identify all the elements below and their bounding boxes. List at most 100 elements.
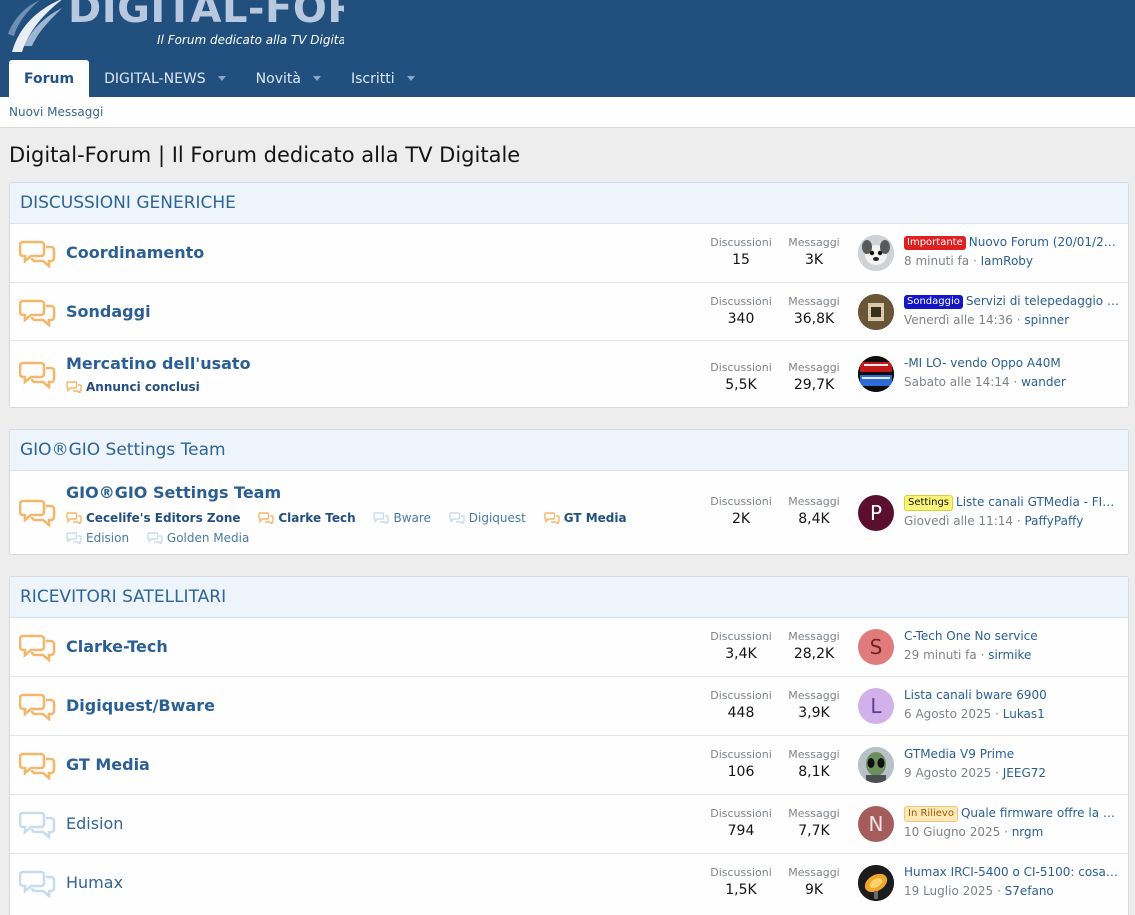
dog-icon xyxy=(858,235,894,271)
prefix-badge: Importante xyxy=(904,236,966,250)
sub-nav: Nuovi Messaggi xyxy=(0,97,1135,128)
last-post-user[interactable]: PaffyPaffy xyxy=(1024,514,1083,528)
forum-row: Coordinamento Discussioni 15 Messaggi 3K I… xyxy=(10,224,1128,283)
forum-title-link[interactable]: Coordinamento xyxy=(66,243,204,262)
subforum-link[interactable]: Bware xyxy=(373,509,431,527)
subforum-link[interactable]: Digiquest xyxy=(449,509,526,527)
threads-stat: Discussioni 3,4K xyxy=(706,630,776,662)
avatar-l[interactable]: L xyxy=(858,688,894,724)
site-logo[interactable]: DIGITAL-FORUM Il Forum dedicato alla TV … xyxy=(4,0,344,56)
chat-bubbles-icon xyxy=(19,752,56,780)
chat-bubbles-icon xyxy=(19,693,56,721)
category-header[interactable]: GIO®GIO Settings Team xyxy=(10,430,1128,471)
subforum-label: Cecelife's Editors Zone xyxy=(86,511,241,525)
tab-label: Iscritti xyxy=(350,70,395,87)
subforum-label: GT Media xyxy=(563,511,627,525)
forum-title-link[interactable]: Edision xyxy=(66,814,123,833)
last-post-user[interactable]: spinner xyxy=(1024,313,1069,327)
last-post-meta: 9 Agosto 2025 · JEEG72 xyxy=(904,766,1047,780)
avatar-s[interactable]: S xyxy=(858,629,894,665)
chat-small-icon xyxy=(373,512,390,524)
last-post-user[interactable]: sirmike xyxy=(988,648,1031,662)
category-title: DISCUSSIONI GENERICHE xyxy=(20,193,236,213)
new-posts-link[interactable]: Nuovi Messaggi xyxy=(9,105,103,119)
subforum-label: Bware xyxy=(393,511,431,525)
forum-title-link[interactable]: Clarke-Tech xyxy=(66,637,168,656)
satellite-dish-icon xyxy=(858,865,894,901)
last-post-meta: 19 Luglio 2025 · S7efano xyxy=(904,884,1054,898)
last-post-user[interactable]: Lukas1 xyxy=(1003,707,1045,721)
last-post-time: 8 minuti fa xyxy=(904,254,970,268)
chat-bubbles-icon xyxy=(19,240,56,268)
last-thread-title: Nuovo Forum (20/01/2025) xyxy=(968,235,1120,249)
subforum-link[interactable]: GT Media xyxy=(543,509,627,527)
last-post-user[interactable]: IamRoby xyxy=(981,254,1033,268)
stat-label: Discussioni xyxy=(710,495,772,508)
forum-title-link[interactable]: Sondaggi xyxy=(66,302,151,321)
forum-title-link[interactable]: Digiquest/Bware xyxy=(66,696,215,715)
last-post-user[interactable]: S7efano xyxy=(1005,884,1054,898)
last-post-meta: Venerdì alle 14:36 · spinner xyxy=(904,313,1070,327)
last-post-user[interactable]: nrgm xyxy=(1012,825,1044,839)
subforum-link[interactable]: Cecelife's Editors Zone xyxy=(66,509,241,527)
tab-iscritti[interactable]: Iscritti xyxy=(336,60,430,97)
stat-label: Messaggi xyxy=(788,236,840,249)
category-header[interactable]: DISCUSSIONI GENERICHE xyxy=(10,183,1128,224)
stat-value: 2K xyxy=(731,511,751,527)
tab-novita[interactable]: Novità xyxy=(241,60,336,97)
last-post-meta: 10 Giugno 2025 · nrgm xyxy=(904,825,1044,839)
forum-title-link[interactable]: GIO®GIO Settings Team xyxy=(66,483,281,502)
last-thread-link[interactable]: Lista canali bware 6900 xyxy=(904,688,1120,702)
subforum-link[interactable]: Golden Media xyxy=(147,529,249,547)
stat-value: 28,2K xyxy=(793,646,835,662)
last-thread-link[interactable]: GTMedia V9 Prime xyxy=(904,747,1120,761)
last-thread-link[interactable]: -MI LO- vendo Oppo A40M xyxy=(904,356,1120,370)
last-post-meta: 29 minuti fa · sirmike xyxy=(904,648,1032,662)
caret-down-icon[interactable] xyxy=(217,76,226,81)
stat-label: Messaggi xyxy=(788,689,840,702)
chat-small-icon xyxy=(543,512,560,524)
dog-avatar[interactable] xyxy=(858,235,894,271)
forum-row: Sondaggi Discussioni 340 Messaggi 36,8K So… xyxy=(10,283,1128,341)
last-thread-link[interactable]: In RilievoQuale firmware offre la qualit… xyxy=(904,806,1120,822)
tab-digital-news[interactable]: DIGITAL-NEWS xyxy=(89,60,241,97)
forum-title-link[interactable]: Humax xyxy=(66,873,123,892)
forum-title-link[interactable]: Mercatino dell'usato xyxy=(66,354,251,373)
avatar-p[interactable]: P xyxy=(858,495,894,531)
last-thread-link[interactable]: SondaggioServizi di telepedaggio autostr… xyxy=(904,294,1120,309)
caret-down-icon[interactable] xyxy=(406,76,415,81)
chat-small-icon xyxy=(258,512,275,524)
alien-avatar[interactable] xyxy=(858,747,894,783)
logo-title: DIGITAL-FORUM xyxy=(68,0,344,32)
messages-stat: Messaggi 3,9K xyxy=(779,689,849,721)
avatar-n[interactable]: N xyxy=(858,806,894,842)
subforum-link[interactable]: Clarke Tech xyxy=(258,509,356,527)
last-thread-link[interactable]: SettingsListe canali GTMedia - FIRMWARE xyxy=(904,495,1120,511)
last-post: L Lista canali bware 6900 6 Agosto 2025 … xyxy=(858,688,1120,726)
forum-title-link[interactable]: GT Media xyxy=(66,755,150,774)
last-post-time: Venerdì alle 14:36 xyxy=(904,313,1013,327)
last-thread-link[interactable]: Importante Nuovo Forum (20/01/2025) xyxy=(904,235,1120,250)
tnmp-avatar[interactable] xyxy=(858,356,894,392)
dish-avatar[interactable] xyxy=(858,865,894,901)
category-header[interactable]: RICEVITORI SATELLITARI xyxy=(10,577,1128,618)
last-thread-link[interactable]: Humax IRCI-5400 o CI-5100: cosa fare? xyxy=(904,865,1120,879)
last-thread-title: Lista canali bware 6900 xyxy=(904,688,1047,702)
caret-down-icon[interactable] xyxy=(312,76,321,81)
stat-label: Discussioni xyxy=(710,630,772,643)
stat-value: 29,7K xyxy=(793,377,835,393)
stat-label: Discussioni xyxy=(710,361,772,374)
last-post-user[interactable]: JEEG72 xyxy=(1003,766,1046,780)
threads-stat: Discussioni 340 xyxy=(706,295,776,327)
stat-value: 36,8K xyxy=(793,311,835,327)
logo-subtitle: Il Forum dedicato alla TV Digitale xyxy=(157,33,344,47)
last-thread-title: -MI LO- vendo Oppo A40M xyxy=(904,356,1061,370)
tab-forum[interactable]: Forum xyxy=(9,60,90,97)
category-block: RICEVITORI SATELLITARI Clarke-Tech Discu… xyxy=(9,576,1129,915)
photo-avatar[interactable] xyxy=(858,294,894,330)
last-post-user[interactable]: wander xyxy=(1021,375,1066,389)
stat-value: 3K xyxy=(804,252,824,268)
last-thread-link[interactable]: C-Tech One No service xyxy=(904,629,1120,643)
subforum-link[interactable]: Edision xyxy=(66,529,129,547)
subforum-link[interactable]: Annunci conclusi xyxy=(66,378,200,396)
